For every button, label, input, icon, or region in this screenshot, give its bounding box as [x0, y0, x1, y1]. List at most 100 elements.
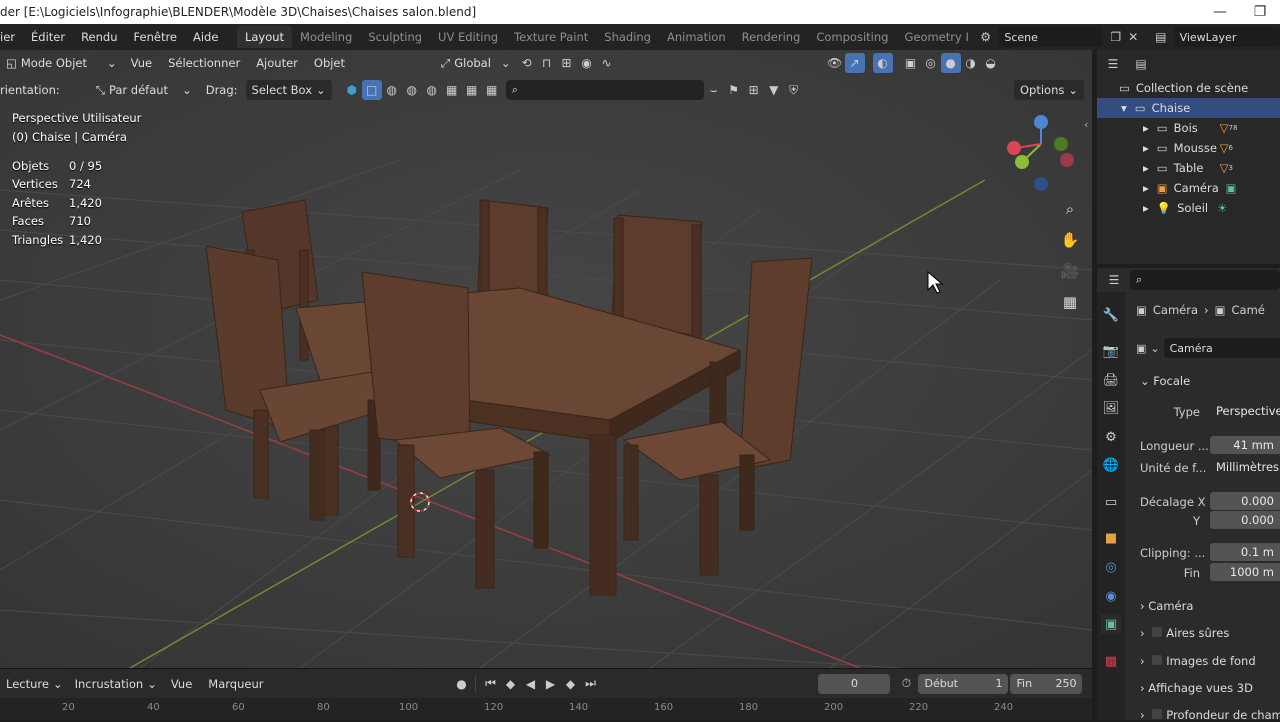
camera-data-tab-icon[interactable]: ▣	[1101, 614, 1121, 634]
focal-length-field[interactable]: 41 mm	[1210, 436, 1280, 454]
restore-button[interactable]: ❐	[1240, 0, 1280, 24]
menu-add[interactable]: Ajouter	[248, 50, 306, 76]
grid-perspective-icon[interactable]: ▦	[1056, 288, 1084, 316]
menu-render[interactable]: Rendu	[73, 24, 125, 50]
proportional-edit-icon[interactable]: ◉	[577, 53, 597, 73]
properties-search[interactable]: ⌕	[1130, 270, 1280, 290]
menu-help[interactable]: Aide	[185, 24, 226, 50]
gizmo-toggle-icon[interactable]: ↗	[844, 53, 865, 73]
menu-marker[interactable]: Marqueur	[200, 671, 271, 697]
menu-select[interactable]: Sélectionner	[160, 50, 248, 76]
prev-keyframe-icon[interactable]: ◆	[500, 674, 520, 694]
display-mode-icon[interactable]: ▤	[1131, 54, 1151, 74]
panel-safe-areas[interactable]: › Aires sûres	[1140, 626, 1229, 640]
view-layer-icon[interactable]: ▤	[1152, 27, 1170, 47]
collection-tab-icon[interactable]: ▭	[1101, 492, 1121, 512]
solid-shading-icon[interactable]: ●	[940, 53, 961, 73]
world-tab-icon[interactable]: 🌐	[1101, 455, 1121, 475]
close-scene-icon[interactable]: ✕	[1125, 27, 1143, 47]
tab-animation[interactable]: Animation	[659, 26, 734, 48]
overlay-toggle-icon[interactable]: ◐	[872, 53, 893, 73]
bookmark-icon[interactable]: ⚑	[724, 80, 744, 100]
visibility-icon[interactable]: 👁	[825, 53, 845, 73]
pan-hand-icon[interactable]: ✋	[1056, 226, 1084, 254]
menu-object[interactable]: Objet	[306, 50, 353, 76]
zoom-icon[interactable]: ⌕	[1056, 195, 1084, 223]
outliner-item-soleil[interactable]: ▸ 💡 Soleil ☀	[1097, 198, 1280, 218]
outliner-collection-row[interactable]: ▭ Collection de scène	[1097, 78, 1280, 98]
tab-compositing[interactable]: Compositing	[808, 26, 896, 48]
shift-x-field[interactable]: 0.000	[1210, 492, 1280, 510]
select-curve-icon[interactable]: ◍	[382, 80, 402, 100]
type-dropdown[interactable]: Perspective	[1210, 402, 1280, 420]
scene-selector[interactable]: Scene	[998, 27, 1104, 47]
select-armature-icon[interactable]: ▦	[462, 80, 482, 100]
menu-view[interactable]: Vue	[123, 50, 160, 76]
tab-geometry[interactable]: Geometry I	[896, 26, 976, 48]
clock-icon[interactable]: ⏱	[896, 674, 916, 694]
scene-tab-icon[interactable]: ⚙	[1101, 427, 1121, 447]
outliner-item-bois[interactable]: ▸ ▭ Bois ▽ 78	[1097, 118, 1280, 138]
orientation-selector[interactable]: ⤡ Par défaut ⌄	[90, 80, 198, 100]
properties-editor-icon[interactable]: ☰	[1104, 270, 1124, 290]
datablock-selector[interactable]: ▣ ⌄ Caméra	[1136, 338, 1280, 358]
outliner-item-table[interactable]: ▸ ▭ Table ▽ 3	[1097, 158, 1280, 178]
options-menu[interactable]: Options ⌄	[1013, 80, 1084, 100]
checkbox[interactable]	[1152, 627, 1163, 637]
play-reverse-icon[interactable]: ◀	[520, 674, 540, 694]
current-frame-field[interactable]: 0	[818, 673, 891, 694]
3d-viewport[interactable]	[0, 50, 1092, 668]
tab-shading[interactable]: Shading	[596, 26, 659, 48]
select-meta-icon[interactable]: ◍	[422, 80, 442, 100]
filter-search-input[interactable]: ⌕	[505, 80, 704, 100]
menu-edit[interactable]: Éditer	[23, 24, 73, 50]
timeline-ruler[interactable]: 20 40 60 80 100 120 140 160 180 200 220 …	[0, 698, 1092, 720]
falloff-icon[interactable]: ∿	[597, 53, 617, 73]
tool-tab-icon[interactable]: 🔧	[1101, 305, 1121, 325]
constraints-tab-icon[interactable]: ◎	[1101, 557, 1121, 577]
snap-target-icon[interactable]: ⊞	[557, 53, 577, 73]
menu-keying[interactable]: Incrustation ⌄	[69, 674, 163, 694]
menu-window[interactable]: Fenêtre	[126, 24, 185, 50]
rendered-shading-icon[interactable]: ◒	[981, 53, 1001, 73]
section-focale[interactable]: ⌄ Focale	[1140, 374, 1190, 388]
checkbox[interactable]	[1152, 709, 1163, 719]
outliner-item-chaise[interactable]: ▾ ▭ Chaise	[1097, 98, 1280, 118]
menu-playback[interactable]: Lecture ⌄	[0, 674, 69, 694]
filter-icon[interactable]: ▼	[764, 80, 784, 100]
view-layer-selector[interactable]: ViewLayer	[1173, 27, 1280, 47]
tab-layout[interactable]: Layout	[236, 26, 293, 48]
sort-icon[interactable]: ⊞	[744, 80, 764, 100]
outliner-item-camera[interactable]: ▸ ▣ Caméra ▣	[1097, 178, 1280, 198]
shield-icon[interactable]: ⛨	[784, 80, 804, 100]
next-keyframe-icon[interactable]: ◆	[560, 674, 580, 694]
minimize-button[interactable]: —	[1200, 0, 1240, 24]
drag-selector[interactable]: Select Box ⌄	[245, 80, 332, 100]
pivot-icon[interactable]: ⟲	[517, 53, 537, 73]
play-icon[interactable]: ▶	[540, 674, 560, 694]
copy-scene-icon[interactable]: ❐	[1107, 27, 1125, 47]
clip-start-field[interactable]: 0.1 m	[1210, 543, 1280, 561]
object-type-icon[interactable]: ⬢	[342, 80, 362, 100]
menu-file[interactable]: ier	[0, 24, 23, 50]
wireframe-shading-icon[interactable]: ◎	[921, 53, 941, 73]
select-mesh-icon[interactable]: □	[361, 80, 382, 100]
jump-end-icon[interactable]: ⏭	[580, 674, 600, 694]
tab-rendering[interactable]: Rendering	[734, 26, 809, 48]
tab-modeling[interactable]: Modeling	[292, 26, 360, 48]
panel-camera[interactable]: › Caméra	[1140, 599, 1193, 613]
sidebar-toggle-icon[interactable]: ‹	[1084, 118, 1088, 131]
view-layer-tab-icon[interactable]: 🖼	[1101, 398, 1121, 418]
tab-uv-editing[interactable]: UV Editing	[430, 26, 506, 48]
panel-background-images[interactable]: › Images de fond	[1140, 654, 1256, 668]
start-frame-field[interactable]: Début 1	[918, 673, 1009, 694]
select-surface-icon[interactable]: ◍	[402, 80, 422, 100]
filter-collapse-icon[interactable]: ⌣	[704, 80, 724, 100]
checkbox[interactable]	[1152, 655, 1163, 665]
lens-unit-dropdown[interactable]: Millimètres	[1210, 458, 1280, 476]
material-shading-icon[interactable]: ◑	[961, 53, 981, 73]
object-tab-icon[interactable]: ■	[1101, 528, 1121, 548]
shift-y-field[interactable]: 0.000	[1210, 511, 1280, 529]
select-text-icon[interactable]: ▦	[442, 80, 462, 100]
clip-end-field[interactable]: 1000 m	[1210, 563, 1280, 581]
